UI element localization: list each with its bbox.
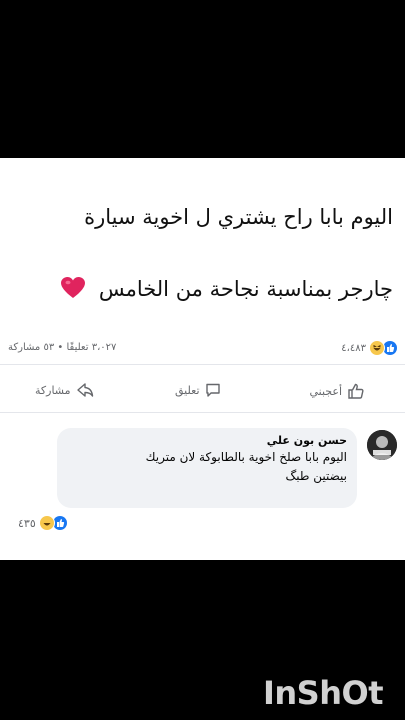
comment-text-line-2: بيضتين طبگ xyxy=(285,469,347,483)
reactions-count: ٤،٤٨٣ xyxy=(341,342,366,354)
comment-reactions[interactable]: ٤٣٥ xyxy=(18,515,67,531)
action-bar: أعجبني تعليق مشاركة xyxy=(0,382,405,402)
divider xyxy=(0,412,405,413)
comment-bubble[interactable]: حسن بون علي اليوم بابا صلخ اخوية بالطابو… xyxy=(57,428,357,508)
comments-shares-count[interactable]: ٣،٠٢٧ تعليقًا • ٥٣ مشاركة xyxy=(8,342,116,353)
post-card: اليوم بابا راح يشتري ل اخوية سيارة چارجر… xyxy=(0,158,405,560)
comment-reactions-count: ٤٣٥ xyxy=(18,516,36,530)
red-heart-icon xyxy=(61,277,86,298)
like-reaction-icon xyxy=(383,341,397,355)
like-button-label: أعجبني xyxy=(309,384,342,398)
post-text-line-2-content: چارجر بمناسبة نجاحة من الخامس xyxy=(98,277,393,301)
like-button[interactable]: أعجبني xyxy=(309,382,365,400)
comment-section: حسن بون علي اليوم بابا صلخ اخوية بالطابو… xyxy=(0,420,405,560)
comment-text-line-1: اليوم بابا صلخ اخوية بالطابوكة لان متريك xyxy=(145,450,347,464)
commenter-avatar[interactable] xyxy=(367,430,397,460)
share-button-label: مشاركة xyxy=(35,383,71,397)
inshot-watermark: InShOt xyxy=(262,674,384,712)
post-text-line-2: چارجر بمناسبة نجاحة من الخامس xyxy=(13,274,393,304)
share-arrow-icon xyxy=(76,383,93,397)
like-reaction-icon xyxy=(52,516,67,530)
divider xyxy=(0,364,405,365)
reactions-summary[interactable]: ٤،٤٨٣ xyxy=(341,340,397,356)
post-stats-bar: ٤،٤٨٣ ٣،٠٢٧ تعليقًا • ٥٣ مشاركة xyxy=(8,340,397,360)
comment-author[interactable]: حسن بون علي xyxy=(67,434,347,447)
comment-bubble-icon xyxy=(205,383,220,397)
haha-reaction-icon xyxy=(369,340,385,356)
haha-reaction-icon xyxy=(38,515,55,531)
post-text-line-1: اليوم بابا راح يشتري ل اخوية سيارة xyxy=(84,205,393,229)
thumbs-up-icon xyxy=(348,383,364,399)
comment-button[interactable]: تعليق xyxy=(175,382,221,398)
comment-button-label: تعليق xyxy=(175,383,200,397)
share-button[interactable]: مشاركة xyxy=(35,382,94,398)
